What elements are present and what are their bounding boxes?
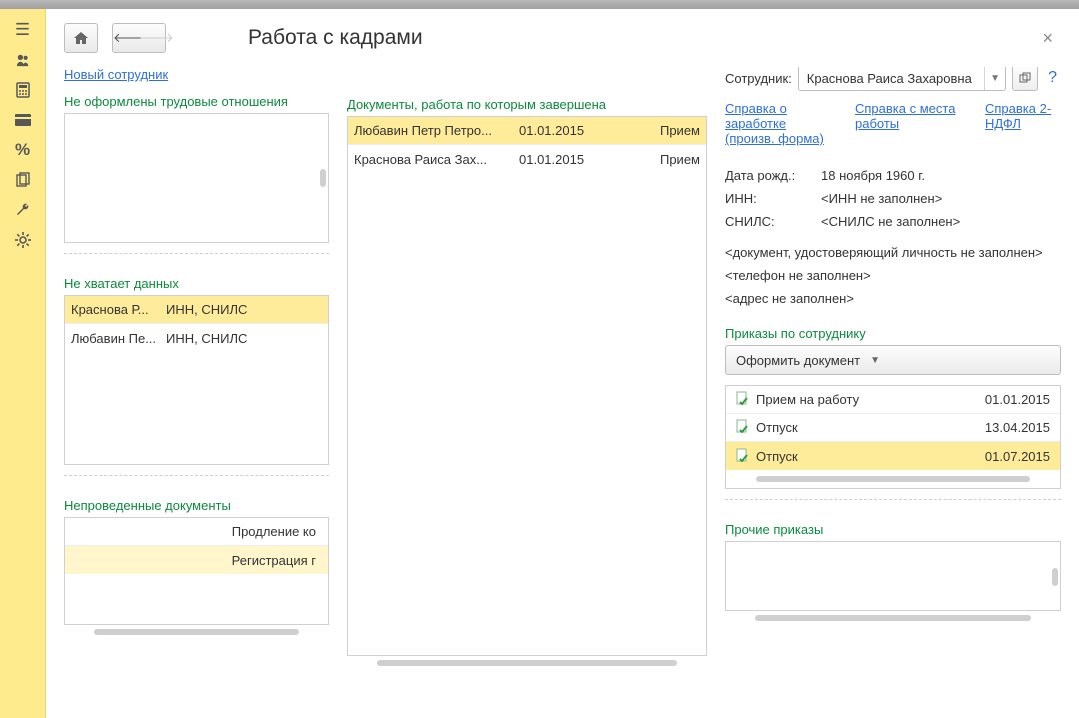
wrench-icon[interactable]: [4, 195, 42, 225]
cell-name: Краснова Раиса Зах...: [354, 152, 519, 167]
chevron-down-icon[interactable]: ▼: [870, 355, 880, 366]
note-line: <документ, удостоверяющий личность не за…: [725, 245, 1061, 260]
calculator-icon[interactable]: [4, 75, 42, 105]
section-orders: Приказы по сотруднику: [725, 326, 1061, 341]
link-work-cert[interactable]: Справка с места работы: [855, 101, 965, 146]
percent-icon[interactable]: %: [4, 135, 42, 165]
users-icon[interactable]: [4, 45, 42, 75]
cell-date: 01.01.2015: [970, 392, 1050, 407]
link-ndfl[interactable]: Справка 2-НДФЛ: [985, 101, 1061, 146]
kv-key: Дата рожд.:: [725, 168, 813, 183]
table-row[interactable]: Любавин Петр Петро... 01.01.2015 Прием: [348, 117, 706, 145]
table-row[interactable]: Продление ко: [65, 518, 328, 546]
hscrollbar[interactable]: [94, 629, 299, 635]
cell-type: Прием: [629, 152, 700, 167]
note-line: <телефон не заполнен>: [725, 268, 1061, 283]
panel-other-orders: [725, 541, 1061, 611]
home-button[interactable]: [64, 23, 98, 53]
cell-name: Прием на работу: [756, 392, 970, 407]
cell-name: Отпуск: [756, 449, 970, 464]
employee-combo[interactable]: Краснова Раиса Захаровна ▼: [798, 67, 1006, 91]
employee-value: Краснова Раиса Захаровна: [807, 71, 984, 86]
chevron-down-icon[interactable]: ▼: [985, 73, 1005, 84]
back-arrow-icon[interactable]: 🡐: [113, 30, 139, 46]
gear-icon[interactable]: [4, 225, 42, 255]
table-row[interactable]: Краснова Раиса Зах... 01.01.2015 Прием: [348, 145, 706, 173]
create-document-label: Оформить документ: [736, 353, 860, 368]
kv-value: <ИНН не заполнен>: [821, 191, 942, 206]
table-row[interactable]: Прием на работу 01.01.2015: [726, 386, 1060, 414]
panel-orders[interactable]: Прием на работу 01.01.2015 Отпуск 13.04.…: [725, 385, 1061, 489]
new-employee-link[interactable]: Новый сотрудник: [64, 67, 329, 82]
section-completed: Документы, работа по которым завершена: [347, 97, 707, 112]
card-icon[interactable]: [4, 105, 42, 135]
nav-back-forward[interactable]: 🡐 🡒: [112, 23, 166, 53]
window-titlebar: [0, 0, 1079, 9]
kv-key: СНИЛС:: [725, 214, 813, 229]
cell-date: 13.04.2015: [970, 420, 1050, 435]
cell-name: Отпуск: [756, 420, 970, 435]
table-row[interactable]: Отпуск 01.07.2015: [726, 442, 1060, 470]
cell-text: Регистрация г: [221, 553, 322, 568]
key-value-row: ИНН: <ИНН не заполнен>: [725, 191, 1061, 206]
scrollbar-thumb[interactable]: [1052, 568, 1058, 586]
help-icon[interactable]: ?: [1044, 69, 1061, 87]
documents-icon[interactable]: [4, 165, 42, 195]
section-other-orders: Прочие приказы: [725, 522, 1061, 537]
toolbar: 🡐 🡒 Работа с кадрами ×: [64, 9, 1061, 67]
table-row[interactable]: Регистрация г: [65, 546, 328, 574]
cell-date: 01.07.2015: [970, 449, 1050, 464]
cell-fields: ИНН, СНИЛС: [166, 302, 322, 317]
panel-missing-data[interactable]: Краснова Р... ИНН, СНИЛСЛюбавин Пе... ИН…: [64, 295, 329, 465]
section-no-relations: Не оформлены трудовые отношения: [64, 94, 329, 109]
table-row[interactable]: Отпуск 13.04.2015: [726, 414, 1060, 442]
cell-type: Прием: [629, 123, 700, 138]
section-unposted: Непроведенные документы: [64, 498, 329, 513]
kv-value: <СНИЛС не заполнен>: [821, 214, 960, 229]
table-row[interactable]: Любавин Пе... ИНН, СНИЛС: [65, 324, 328, 352]
document-ok-icon: [736, 419, 756, 436]
key-value-row: СНИЛС: <СНИЛС не заполнен>: [725, 214, 1061, 229]
menu-icon[interactable]: ☰: [4, 15, 42, 45]
hscrollbar[interactable]: [377, 660, 677, 666]
create-document-button[interactable]: Оформить документ ▼: [725, 345, 1061, 375]
note-line: <адрес не заполнен>: [725, 291, 1061, 306]
cell-name: Любавин Пе...: [71, 331, 166, 346]
scrollbar-thumb[interactable]: [320, 169, 326, 187]
employee-label: Сотрудник:: [725, 71, 792, 86]
kv-key: ИНН:: [725, 191, 813, 206]
close-button[interactable]: ×: [1034, 24, 1061, 53]
section-missing-data: Не хватает данных: [64, 276, 329, 291]
cell-date: 01.01.2015: [519, 152, 629, 167]
forward-arrow-icon[interactable]: 🡒: [139, 30, 165, 46]
panel-completed[interactable]: Любавин Петр Петро... 01.01.2015 ПриемКр…: [347, 116, 707, 656]
panel-unposted[interactable]: Продление ко Регистрация г: [64, 517, 329, 625]
missing-rows: Краснова Р... ИНН, СНИЛСЛюбавин Пе... ИН…: [65, 296, 328, 352]
key-value-row: Дата рожд.: 18 ноября 1960 г.: [725, 168, 1061, 183]
kv-value: 18 ноября 1960 г.: [821, 168, 925, 183]
cell-text: Продление ко: [221, 524, 322, 539]
page-title: Работа с кадрами: [248, 26, 423, 50]
cell-name: Краснова Р...: [71, 302, 166, 317]
cell-date: 01.01.2015: [519, 123, 629, 138]
panel-no-relations: [64, 113, 329, 243]
table-row[interactable]: Краснова Р... ИНН, СНИЛС: [65, 296, 328, 324]
cell-fields: ИНН, СНИЛС: [166, 331, 322, 346]
document-ok-icon: [736, 448, 756, 465]
left-icon-bar: ☰ %: [0, 9, 46, 718]
hscrollbar[interactable]: [756, 476, 1030, 482]
link-salary-cert[interactable]: Справка о заработке (произв. форма): [725, 101, 835, 146]
open-external-button[interactable]: [1012, 67, 1038, 91]
document-ok-icon: [736, 391, 756, 408]
hscrollbar[interactable]: [755, 615, 1031, 621]
cell-name: Любавин Петр Петро...: [354, 123, 519, 138]
